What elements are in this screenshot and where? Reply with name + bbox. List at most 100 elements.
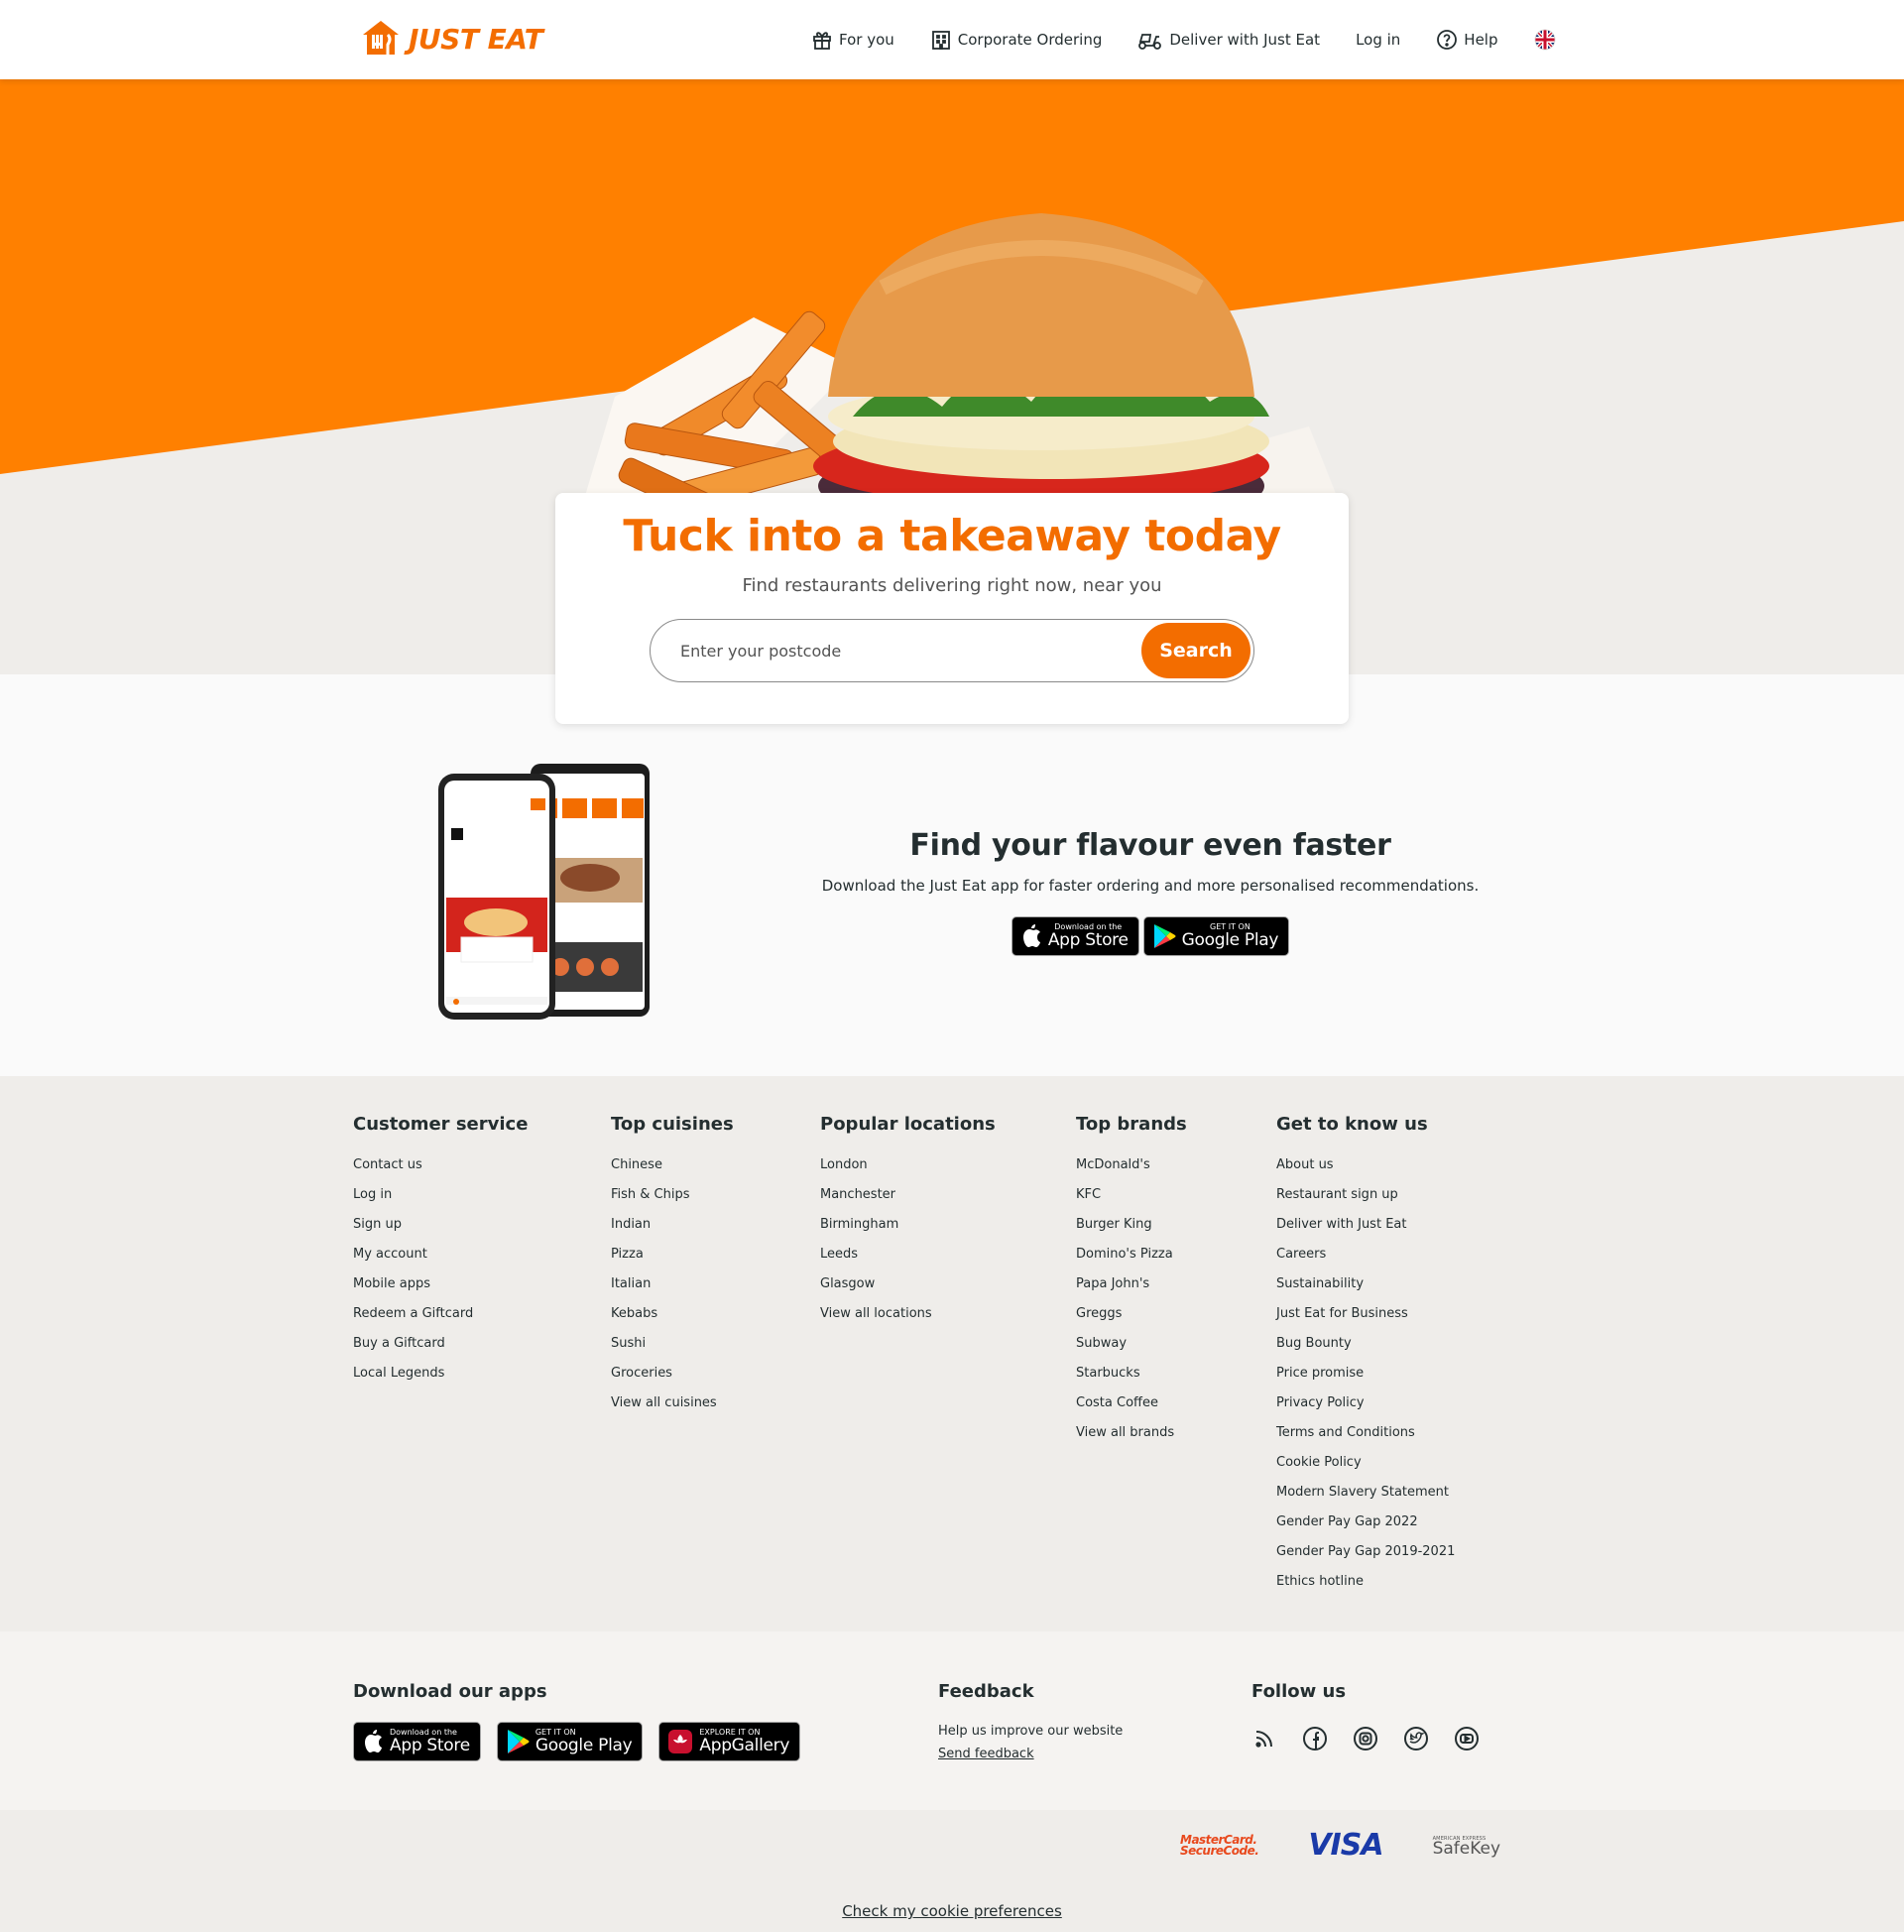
instagram-icon (1354, 1727, 1377, 1751)
instagram-link[interactable] (1353, 1726, 1378, 1755)
youtube-link[interactable] (1454, 1726, 1480, 1755)
top-nav: For you Corporate Ordering Deliver with … (811, 24, 1562, 56)
footer-link[interactable]: Restaurant sign up (1276, 1187, 1398, 1202)
footer-link[interactable]: Burger King (1076, 1217, 1152, 1232)
footer-link[interactable]: Terms and Conditions (1276, 1425, 1415, 1440)
footer-link[interactable]: Papa John's (1076, 1276, 1149, 1291)
rss-link[interactable] (1251, 1726, 1277, 1755)
footer-link[interactable]: Italian (611, 1276, 651, 1291)
footer-link[interactable]: Domino's Pizza (1076, 1247, 1173, 1262)
nav-deliver-label: Deliver with Just Eat (1169, 31, 1321, 49)
footer-link[interactable]: Leeds (820, 1247, 858, 1262)
visa-logo: VISA (1308, 1828, 1383, 1863)
footer-link[interactable]: Starbucks (1076, 1366, 1140, 1381)
cookie-preferences: Check my cookie preferences (0, 1902, 1904, 1920)
footer-links: Customer service Contact us Log in Sign … (0, 1076, 1904, 1631)
footer-link[interactable]: Contact us (353, 1157, 422, 1172)
footer-link[interactable]: Redeem a Giftcard (353, 1306, 473, 1321)
footer-google-play-badge[interactable]: GET IT ON Google Play (496, 1722, 644, 1761)
google-play-badge[interactable]: GET IT ON Google Play (1142, 916, 1290, 956)
send-feedback-link[interactable]: Send feedback (938, 1747, 1034, 1761)
footer-link[interactable]: Subway (1076, 1336, 1127, 1351)
footer-column-title: Get to know us (1276, 1114, 1428, 1135)
footer-link[interactable]: Birmingham (820, 1217, 898, 1232)
footer-link[interactable]: View all locations (820, 1306, 932, 1321)
footer-link[interactable]: Log in (353, 1187, 392, 1202)
footer-column-popular-locations: Popular locations London Manchester Birm… (820, 1114, 996, 1336)
footer-link[interactable]: View all brands (1076, 1425, 1174, 1440)
footer-link[interactable]: Groceries (611, 1366, 672, 1381)
footer-link[interactable]: Careers (1276, 1247, 1326, 1262)
cookie-preferences-link[interactable]: Check my cookie preferences (842, 1902, 1062, 1920)
footer-link[interactable]: Local Legends (353, 1366, 444, 1381)
twitter-link[interactable] (1403, 1726, 1429, 1755)
house-fork-logo-icon (363, 21, 399, 55)
footer-link[interactable]: About us (1276, 1157, 1334, 1172)
footer-link[interactable]: Manchester (820, 1187, 895, 1202)
app-store-big: App Store (1047, 930, 1129, 950)
footer-link[interactable]: Greggs (1076, 1306, 1122, 1321)
rss-icon (1255, 1731, 1272, 1748)
footer-link[interactable]: Just Eat for Business (1276, 1306, 1408, 1321)
help-circle-icon (1437, 30, 1458, 50)
footer-link[interactable]: London (820, 1157, 868, 1172)
postcode-input[interactable] (680, 620, 1117, 681)
footer-link[interactable]: Chinese (611, 1157, 662, 1172)
footer-link[interactable]: Buy a Giftcard (353, 1336, 445, 1351)
footer-google-play-big: Google Play (535, 1736, 633, 1755)
footer-link[interactable]: Cookie Policy (1276, 1455, 1362, 1470)
footer-link[interactable]: Indian (611, 1217, 651, 1232)
apple-icon (1022, 924, 1040, 947)
footer-link[interactable]: Pizza (611, 1247, 644, 1262)
footer-link[interactable]: Sign up (353, 1217, 402, 1232)
language-selector[interactable] (1534, 29, 1562, 51)
footer-link[interactable]: Costa Coffee (1076, 1395, 1158, 1410)
app-store-badge[interactable]: Download on the App Store (1011, 916, 1139, 956)
search-button[interactable]: Search (1141, 623, 1250, 678)
footer-link[interactable]: Sushi (611, 1336, 646, 1351)
footer-link[interactable]: Modern Slavery Statement (1276, 1485, 1449, 1500)
footer-link[interactable]: Gender Pay Gap 2022 (1276, 1514, 1418, 1529)
footer-link[interactable]: Fish & Chips (611, 1187, 690, 1202)
nav-for-you[interactable]: For you (811, 29, 894, 51)
footer-link[interactable]: Glasgow (820, 1276, 875, 1291)
just-eat-logo[interactable]: JUST EAT (359, 14, 543, 63)
logo-text: JUST EAT (409, 22, 543, 56)
google-play-text: GET IT ON Google Play (1182, 922, 1279, 950)
footer-link[interactable]: Mobile apps (353, 1276, 430, 1291)
footer-link[interactable]: Sustainability (1276, 1276, 1364, 1291)
payment-logos: MasterCard. SecureCode. VISA AMERICAN EX… (1180, 1828, 1500, 1863)
mastercard-line2: SecureCode. (1180, 1843, 1259, 1858)
footer-link[interactable]: McDonald's (1076, 1157, 1150, 1172)
nav-corporate-ordering[interactable]: Corporate Ordering (930, 29, 1102, 51)
nav-help[interactable]: Help (1436, 29, 1498, 51)
feedback-text: Help us improve our website (938, 1724, 1124, 1739)
uk-flag-icon (1534, 29, 1555, 51)
nav-log-in[interactable]: Log in (1356, 31, 1400, 49)
footer-link[interactable]: Gender Pay Gap 2019-2021 (1276, 1544, 1455, 1559)
facebook-link[interactable] (1302, 1726, 1328, 1755)
building-icon (931, 31, 950, 50)
footer-link[interactable]: Privacy Policy (1276, 1395, 1365, 1410)
site-header: JUST EAT For you Corporate Ordering Deli… (0, 0, 1904, 79)
footer-link-list: McDonald's KFC Burger King Domino's Pizz… (1076, 1157, 1187, 1455)
footer-google-play-text: GET IT ON Google Play (536, 1728, 633, 1755)
footer-link[interactable]: My account (353, 1247, 427, 1262)
footer-link[interactable]: Bug Bounty (1276, 1336, 1352, 1351)
footer-app-store-big: App Store (390, 1736, 470, 1755)
footer-app-store-badge[interactable]: Download on the App Store (353, 1722, 481, 1761)
gift-icon (813, 32, 831, 50)
footer-link[interactable]: Ethics hotline (1276, 1574, 1364, 1589)
footer-app-gallery-badge[interactable]: EXPLORE IT ON AppGallery (658, 1722, 801, 1761)
footer-link[interactable]: KFC (1076, 1187, 1101, 1202)
footer-link[interactable]: Deliver with Just Eat (1276, 1217, 1406, 1232)
google-play-big: Google Play (1181, 930, 1279, 950)
footer-link[interactable]: Kebabs (611, 1306, 657, 1321)
twitter-icon (1404, 1727, 1428, 1751)
footer-link[interactable]: View all cuisines (611, 1395, 717, 1410)
amex-safekey-logo: AMERICAN EXPRESS SafeKey (1433, 1836, 1500, 1858)
nav-deliver-with-just-eat[interactable]: Deliver with Just Eat (1137, 29, 1320, 51)
footer-column-title: Customer service (353, 1114, 529, 1135)
footer-link[interactable]: Price promise (1276, 1366, 1364, 1381)
footer-link-list: Chinese Fish & Chips Indian Pizza Italia… (611, 1157, 734, 1425)
